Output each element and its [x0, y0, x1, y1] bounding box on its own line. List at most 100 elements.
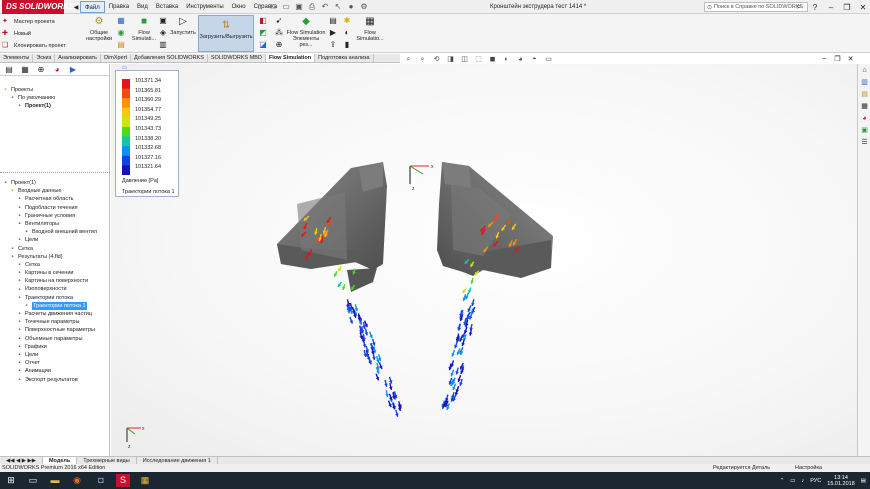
- tree-item[interactable]: ▪ Проект(1): [0, 179, 110, 187]
- new-project-button[interactable]: ✚ Новый: [2, 28, 82, 39]
- tab-mbd[interactable]: SOLIDWORKS MBD: [208, 54, 266, 62]
- surface-plot-icon[interactable]: ◩: [258, 28, 268, 38]
- tree-item[interactable]: ▪ Графики: [0, 343, 110, 351]
- flow-trajectories-icon[interactable]: ➹: [274, 16, 284, 26]
- solidworks-taskbar-icon[interactable]: S: [116, 474, 130, 487]
- viewport-minimize-icon[interactable]: –: [820, 55, 829, 63]
- cut-plot-icon[interactable]: ◧: [258, 16, 268, 26]
- tree-item[interactable]: ▪ Картины на поверхности: [0, 277, 110, 285]
- goals-icon[interactable]: ◈: [158, 28, 168, 38]
- left-bracket-part[interactable]: [277, 162, 387, 292]
- pane-splitter[interactable]: [0, 172, 110, 175]
- tab-sketch[interactable]: Эскиз: [33, 54, 56, 62]
- section-view-icon[interactable]: ◨: [446, 55, 455, 64]
- solidworks-logo[interactable]: DS SOLIDWORKS: [2, 0, 74, 14]
- tree-item[interactable]: ▪ Картины в сечении: [0, 269, 110, 277]
- tab-flow-simulation[interactable]: Flow Simulation: [265, 54, 316, 62]
- report-icon[interactable]: ▤: [328, 16, 338, 26]
- tab-motion-study[interactable]: Исследование движения 1: [137, 457, 218, 464]
- tree-item[interactable]: ▪ Анимации: [0, 367, 110, 375]
- export-icon[interactable]: ⇪: [328, 40, 338, 50]
- tree-item[interactable]: ▪ Граничные условия: [0, 212, 110, 220]
- tree-item[interactable]: ▪ Цели: [0, 236, 110, 244]
- flow-simulation-features-button[interactable]: ■ Flow Simulati...: [130, 16, 158, 42]
- tree-item[interactable]: ▪ Подобласти течения: [0, 204, 110, 212]
- view-settings-icon[interactable]: ▭: [544, 55, 553, 64]
- dynamic-annotation-icon[interactable]: ◫: [460, 55, 469, 64]
- boundary-condition-icon[interactable]: ▤: [116, 40, 126, 50]
- open-icon[interactable]: ▭: [281, 2, 291, 12]
- undo-icon[interactable]: ↶: [320, 2, 330, 12]
- custom-properties-icon[interactable]: ▣: [860, 126, 869, 135]
- tree-item[interactable]: ▪ Входной внешний вентил: [0, 228, 110, 236]
- tree-item[interactable]: ▪ Точечные параметры: [0, 318, 110, 326]
- tree-item[interactable]: ▪ Поверхностные параметры: [0, 326, 110, 334]
- animation-icon[interactable]: ▶: [328, 28, 338, 38]
- configuration-manager-icon[interactable]: ⊕: [34, 65, 48, 75]
- menu-window[interactable]: Окно: [228, 1, 250, 13]
- calculation-control-icon[interactable]: ▥: [158, 40, 168, 50]
- tab-3d-views[interactable]: Трехмерные виды: [77, 457, 137, 464]
- legend-handle[interactable]: ▭: [122, 65, 127, 71]
- select-icon[interactable]: ↖: [333, 2, 343, 12]
- tree-item[interactable]: ▪ Сетка: [0, 245, 110, 253]
- load-unload-results-button[interactable]: ⇅ Загрузить/Выгрузить: [198, 15, 254, 52]
- edit-appearance-icon[interactable]: ◕: [516, 55, 525, 64]
- pressure-legend[interactable]: ▭ 101371.34 101365.81 101360.29 101354.77 10…: [115, 65, 179, 197]
- explorer-taskbar-icon[interactable]: ▦: [138, 474, 152, 487]
- menu-view[interactable]: Вид: [133, 1, 152, 13]
- rebuild-icon[interactable]: ●: [346, 2, 356, 12]
- keyboard-language[interactable]: РУС: [810, 478, 821, 484]
- home-icon[interactable]: ⌂: [255, 2, 265, 12]
- view-palette-icon[interactable]: ▦: [860, 102, 869, 111]
- viewport-restore-icon[interactable]: ❐: [833, 55, 842, 63]
- menu-insert[interactable]: Вставка: [152, 1, 182, 13]
- help-search-input[interactable]: ⊙ Поиск в Справке по SOLIDWORKS: [704, 2, 808, 12]
- feature-tree-icon[interactable]: ▤: [2, 65, 16, 75]
- isosurface-icon[interactable]: ◪: [258, 40, 268, 50]
- point-parameters-icon[interactable]: ⊕: [274, 40, 284, 50]
- network-icon[interactable]: ▭: [790, 478, 795, 484]
- close-icon[interactable]: ✕: [858, 3, 868, 12]
- tree-item[interactable]: ▪ Объемные параметры: [0, 335, 110, 343]
- design-library-icon[interactable]: ▥: [860, 78, 869, 87]
- task-view-icon[interactable]: ▭: [26, 474, 40, 487]
- view-orientation-icon[interactable]: ⬚: [474, 55, 483, 64]
- general-settings-button[interactable]: ⚙ Общие настройки: [86, 16, 112, 42]
- restore-icon[interactable]: ❐: [842, 3, 852, 12]
- tree-item[interactable]: ▪ Траектории потока 1: [0, 301, 110, 310]
- menu-edit[interactable]: Правка: [105, 1, 133, 13]
- tab-analysis-preparation[interactable]: Подготовка анализа: [315, 54, 374, 62]
- tray-up-icon[interactable]: ⌃: [780, 478, 785, 484]
- tab-model[interactable]: Модель: [42, 457, 78, 464]
- clock[interactable]: 13:14 15.01.2018: [827, 475, 855, 487]
- previous-view-icon[interactable]: ⟲: [432, 55, 441, 64]
- print-icon[interactable]: ⎙: [307, 2, 317, 12]
- tree-item[interactable]: ▪ Результаты (4.fld): [0, 253, 110, 261]
- firefox-icon[interactable]: ◉: [70, 474, 84, 487]
- tab-addins[interactable]: Добавления SOLIDWORKS: [131, 54, 208, 62]
- run-button[interactable]: ▷ Запустить: [170, 16, 196, 36]
- tree-item[interactable]: ▪ Расчетная область: [0, 195, 110, 203]
- tree-item[interactable]: ▪ Проекты: [0, 86, 110, 94]
- save-icon[interactable]: ▣: [294, 2, 304, 12]
- view-triad[interactable]: x z: [126, 426, 145, 450]
- tree-item[interactable]: ▪ По умолчанию: [0, 94, 110, 102]
- search-icon[interactable]: ⌕: [794, 2, 804, 12]
- zoom-to-fit-icon[interactable]: ⌕: [404, 55, 413, 64]
- tab-features[interactable]: Элементы: [0, 54, 34, 62]
- flow-simulation-tools-button[interactable]: ▦ Flow Simulatio...: [356, 16, 384, 42]
- graphics-area[interactable]: x z x z ▭ 101371.34 101365.81 101360.29 101…: [111, 64, 857, 456]
- viewport-close-icon[interactable]: ✕: [846, 55, 855, 63]
- windows-start-icon[interactable]: ⊞: [4, 474, 18, 487]
- tree-item[interactable]: ▪ Вентиляторы: [0, 220, 110, 228]
- solidworks-resources-icon[interactable]: ⌂: [860, 66, 869, 75]
- display-style-icon[interactable]: ◼: [488, 55, 497, 64]
- tree-item[interactable]: ▪ Изоповерхности: [0, 285, 110, 293]
- tree-item[interactable]: ▪ Входные данные: [0, 187, 110, 195]
- computational-domain-icon[interactable]: ▦: [116, 16, 126, 26]
- menu-tools[interactable]: Инструменты: [182, 1, 227, 13]
- tab-dimxpert[interactable]: DimXpert: [101, 54, 131, 62]
- zoom-to-area-icon[interactable]: ⌕: [418, 55, 427, 64]
- tree-item[interactable]: ▪ Сетка: [0, 261, 110, 269]
